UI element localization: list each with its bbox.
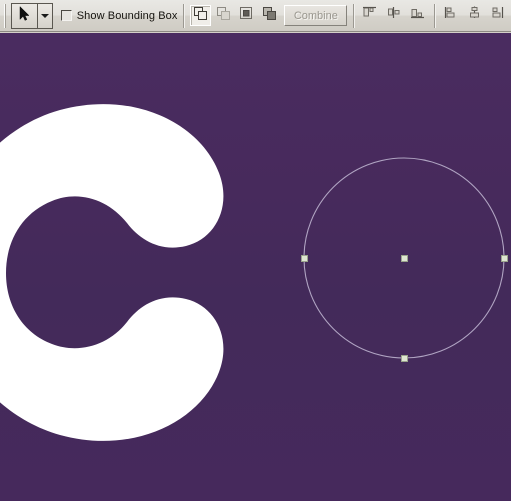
exclude-shapes-button[interactable] xyxy=(259,5,280,26)
exclude-shapes-icon xyxy=(262,6,277,26)
selection-tool-button[interactable] xyxy=(11,3,37,28)
align-middle-button[interactable] xyxy=(465,6,485,26)
align-top-icon xyxy=(443,6,459,25)
selection-tool-dropdown-button[interactable] xyxy=(37,3,52,28)
toolbar-separator-1 xyxy=(183,3,185,28)
toolbar-drag-grip[interactable] xyxy=(3,3,8,28)
align-center-icon xyxy=(386,6,402,25)
intersect-shapes-button[interactable] xyxy=(236,5,257,26)
show-bounding-box-checkbox[interactable]: Show Bounding Box xyxy=(60,9,178,22)
pathfinder-button-group xyxy=(190,5,280,26)
artboard-canvas[interactable] xyxy=(0,33,511,501)
anchor-right[interactable] xyxy=(501,255,508,262)
unite-shapes-icon xyxy=(193,6,208,26)
align-center-button[interactable] xyxy=(384,6,404,26)
toolbar-separator-3 xyxy=(434,3,435,28)
application-window: Show Bounding Box Combine xyxy=(0,0,511,501)
toolbar-separator-2 xyxy=(353,3,355,28)
align-right-icon xyxy=(410,6,426,25)
combine-button[interactable]: Combine xyxy=(284,5,348,26)
align-horizontal-group xyxy=(360,6,428,26)
align-top-button[interactable] xyxy=(441,6,461,26)
anchor-left[interactable] xyxy=(301,255,308,262)
selection-tool-widget[interactable] xyxy=(10,2,53,29)
checkbox-indicator[interactable] xyxy=(60,10,72,21)
unite-shapes-button[interactable] xyxy=(190,5,212,26)
letter-c-shape[interactable] xyxy=(0,104,224,441)
control-toolbar: Show Bounding Box Combine xyxy=(0,0,511,32)
align-left-icon xyxy=(362,6,378,25)
align-bottom-icon xyxy=(491,6,507,25)
align-right-button[interactable] xyxy=(408,6,428,26)
align-left-button[interactable] xyxy=(360,6,380,26)
intersect-shapes-icon xyxy=(239,6,254,26)
subtract-shapes-button[interactable] xyxy=(213,5,234,26)
align-bottom-button[interactable] xyxy=(489,6,509,26)
align-vertical-group xyxy=(441,6,509,26)
show-bounding-box-label: Show Bounding Box xyxy=(76,9,178,22)
anchor-bottom[interactable] xyxy=(401,355,408,362)
canvas-vector-layer xyxy=(0,104,505,441)
align-middle-icon xyxy=(467,6,483,25)
subtract-shapes-icon xyxy=(216,6,231,26)
anchor-top[interactable] xyxy=(401,255,408,262)
arrow-cursor-icon xyxy=(19,5,30,26)
chevron-down-icon xyxy=(40,13,49,18)
